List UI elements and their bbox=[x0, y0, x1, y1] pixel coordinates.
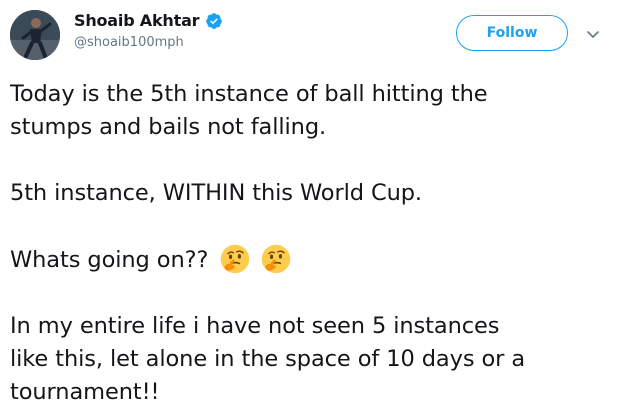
tweet-paragraph: 5th instance, WITHIN this World Cup. bbox=[10, 177, 620, 210]
tweet-line: stumps and bails not falling. bbox=[10, 114, 327, 140]
chevron-down-icon[interactable] bbox=[585, 26, 601, 42]
tweet-line: Today is the 5th instance of ball hittin… bbox=[10, 81, 488, 107]
tweet-paragraph: In my entire life i have not seen 5 inst… bbox=[10, 310, 620, 409]
tweet-paragraph: Whats going on?? bbox=[10, 243, 620, 277]
tweet-line: tournament!! bbox=[10, 379, 160, 405]
tweet-text: Today is the 5th instance of ball hittin… bbox=[10, 78, 620, 409]
tweet-line: 5th instance, WITHIN this World Cup. bbox=[10, 180, 422, 206]
verified-badge-icon bbox=[206, 12, 223, 29]
thinking-face-emoji-icon bbox=[262, 244, 291, 274]
avatar[interactable] bbox=[10, 10, 60, 60]
tweet-card: Shoaib Akhtar @shoaib100mph Follow Today… bbox=[0, 0, 624, 420]
tweet-line: Whats going on?? bbox=[10, 247, 209, 273]
follow-button[interactable]: Follow bbox=[456, 15, 568, 51]
tweet-paragraph: Today is the 5th instance of ball hittin… bbox=[10, 78, 620, 144]
thinking-face-emoji-icon bbox=[221, 244, 250, 274]
user-handle[interactable]: @shoaib100mph bbox=[74, 35, 184, 50]
tweet-line: In my entire life i have not seen 5 inst… bbox=[10, 313, 500, 339]
display-name[interactable]: Shoaib Akhtar bbox=[74, 11, 200, 30]
author-name-row: Shoaib Akhtar bbox=[74, 11, 223, 30]
tweet-line: like this, let alone in the space of 10 … bbox=[10, 346, 526, 372]
